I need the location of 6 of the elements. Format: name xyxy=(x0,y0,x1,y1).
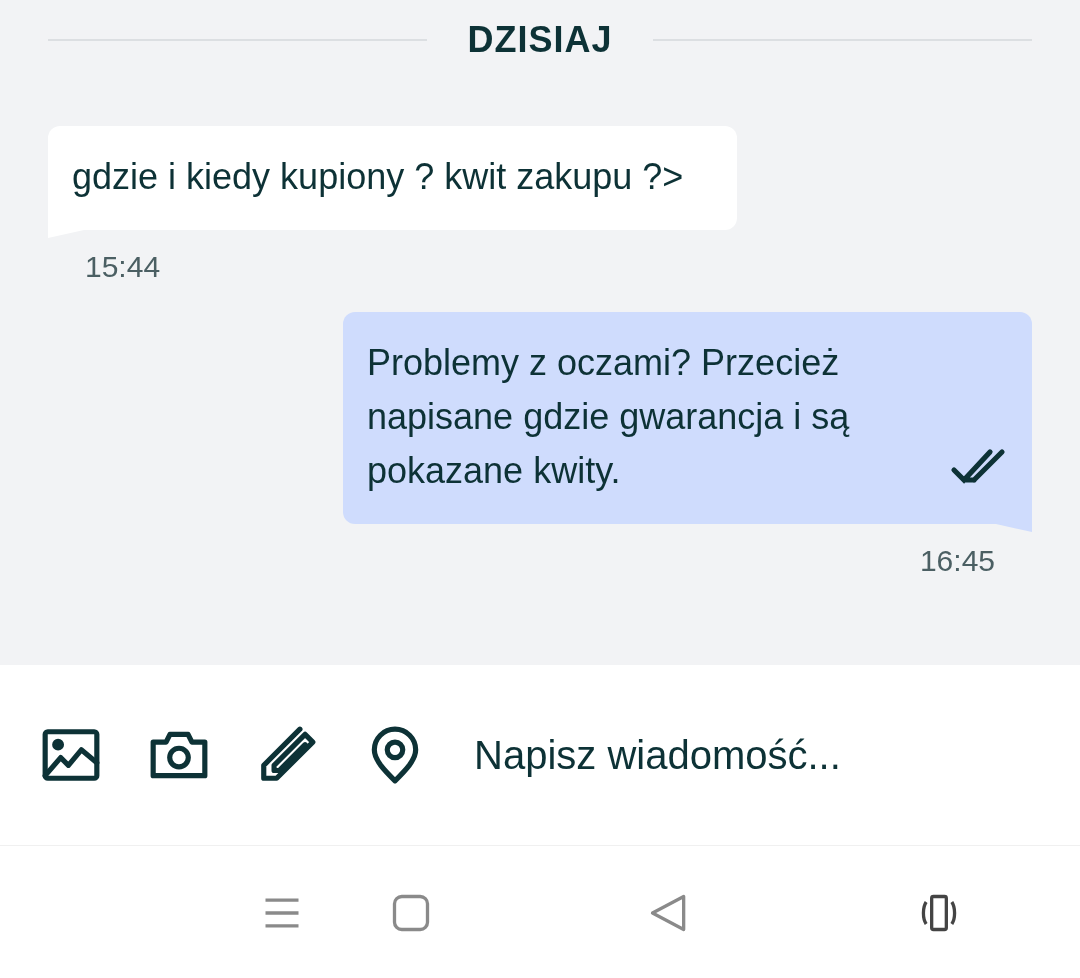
message-time: 15:44 xyxy=(85,250,161,284)
message-text: Problemy z oczami? Przecież napisane gdzie gwarancja i są pokazane kwity. xyxy=(367,341,851,493)
message-text: gdzie i kiedy kupiony ? kwit zakupu ?> xyxy=(72,155,685,199)
date-divider: DZISIAJ xyxy=(467,19,613,61)
message-time: 16:45 xyxy=(919,544,995,578)
message-input[interactable]: Napisz wiadomość... xyxy=(474,732,1040,778)
